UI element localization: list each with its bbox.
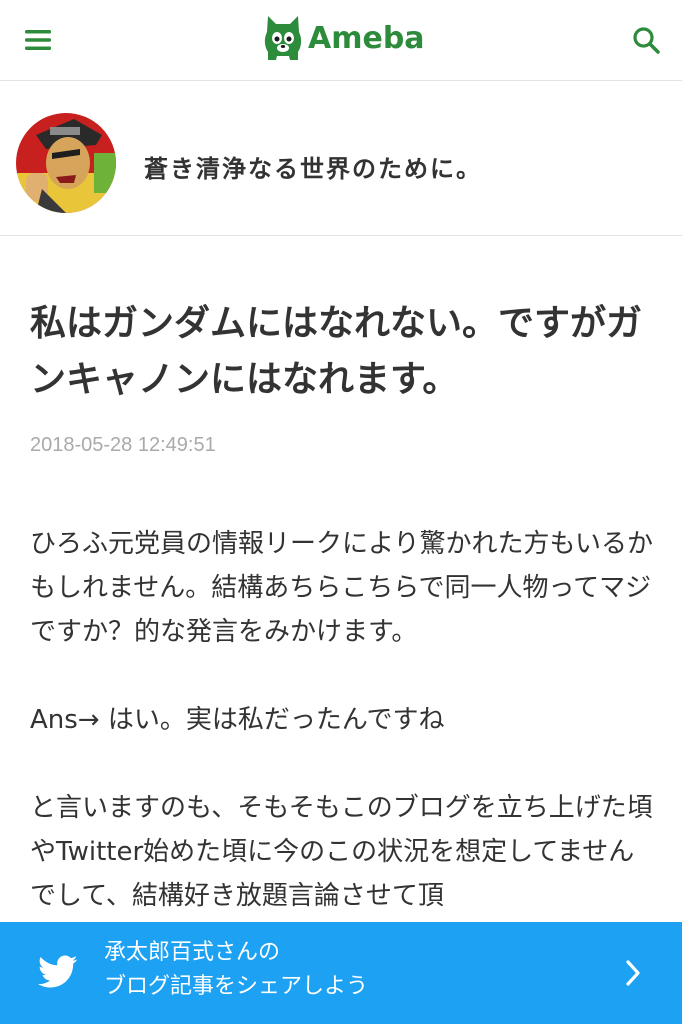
twitter-share-bar[interactable]: 承太郎百式さんの ブログ記事をシェアしよう xyxy=(0,922,682,1024)
hamburger-menu-icon xyxy=(25,30,51,50)
logo-text: Ameba xyxy=(308,20,425,56)
article-paragraph: Ans→ はい。実は私だったんですね xyxy=(30,705,445,735)
search-button[interactable] xyxy=(628,22,664,58)
article-title: 私はガンダムにはなれない。ですがガンキャノンにはなれます。 xyxy=(30,303,643,400)
avatar[interactable] xyxy=(16,113,116,213)
search-icon xyxy=(633,27,660,54)
article-paragraph: と言いますのも、そもそもこのブログを立ち上げた頃やTwitter始めた頃に今のこ… xyxy=(30,793,653,911)
chevron-right-icon xyxy=(626,960,640,986)
blog-title[interactable]: 蒼き清浄なる世界のために。 xyxy=(144,149,482,184)
app-header: Ameba xyxy=(0,0,682,81)
share-text-line2: ブログ記事をシェアしよう xyxy=(104,974,369,999)
article-date: 2018-05-28 12:49:51 xyxy=(30,434,216,456)
ameba-logo[interactable]: Ameba xyxy=(262,10,425,66)
share-text-line1: 承太郎百式さんの xyxy=(104,940,281,965)
menu-button[interactable] xyxy=(22,24,54,56)
avatar-image xyxy=(16,113,116,213)
article-paragraph: ひろふ元党員の情報リークにより驚かれた方もいるかもしれません。結構あちらこちらで… xyxy=(30,529,653,647)
twitter-icon xyxy=(38,955,78,988)
blog-profile: 蒼き清浄なる世界のために。 xyxy=(0,81,682,236)
article-body: ひろふ元党員の情報リークにより驚かれた方もいるかもしれません。結構あちらこちらで… xyxy=(30,522,658,922)
share-text: 承太郎百式さんの ブログ記事をシェアしよう xyxy=(104,936,368,1004)
ameba-mascot-icon xyxy=(264,16,302,60)
